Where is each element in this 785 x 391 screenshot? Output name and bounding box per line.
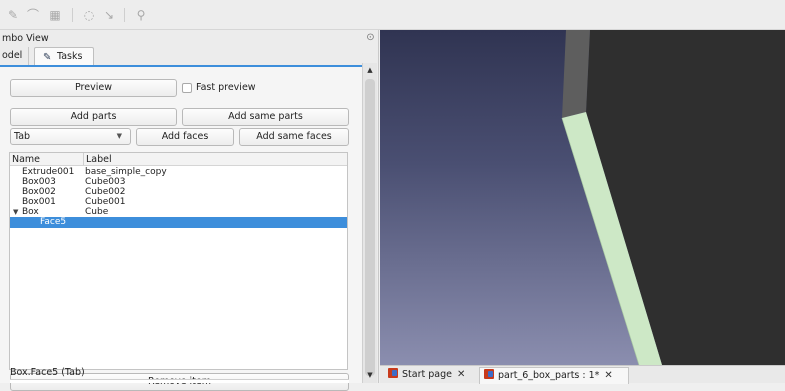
fast-preview-label: Fast preview xyxy=(196,82,256,93)
float-panel-icon[interactable]: ⊙ xyxy=(365,32,376,43)
status-field xyxy=(10,379,349,383)
joint-type-value: Tab xyxy=(14,131,31,142)
tree-row-name: Face5 xyxy=(40,217,67,227)
joint-type-select[interactable]: Tab ▼ xyxy=(10,128,131,145)
tab-model[interactable]: odel xyxy=(0,47,30,65)
add-faces-button[interactable]: Add faces xyxy=(136,128,234,146)
task-panel: Preview Fast preview Add parts Add same … xyxy=(0,65,362,391)
constraint-icon[interactable]: ⚲ xyxy=(134,8,148,22)
combo-view-panel: mbo View ⊙ odel ✎ Tasks Preview Fast prev… xyxy=(0,30,379,391)
add-same-parts-button[interactable]: Add same parts xyxy=(182,108,349,126)
curve-icon[interactable]: ↘ xyxy=(102,8,116,22)
tree-header: Name Label xyxy=(10,153,347,166)
scroll-down-icon[interactable]: ▼ xyxy=(363,370,377,380)
close-icon[interactable]: ✕ xyxy=(457,367,465,383)
tree-row-selected[interactable]: Face5 xyxy=(10,217,347,228)
top-toolbar: ✎ ⌒ ▦ ◌ ↘ ⚲ xyxy=(0,0,785,30)
column-divider xyxy=(83,153,84,165)
refresh-icon[interactable]: ◌ xyxy=(82,8,96,22)
fast-preview-checkbox[interactable] xyxy=(182,83,192,93)
tab-tasks[interactable]: ✎ Tasks xyxy=(34,47,94,65)
column-header-label[interactable]: Label xyxy=(86,154,112,165)
chevron-down-icon: ▼ xyxy=(116,132,122,140)
toolbar-separator xyxy=(72,8,73,22)
bridge-icon[interactable]: ⌒ xyxy=(26,8,40,22)
close-icon[interactable]: ✕ xyxy=(604,368,612,384)
freecad-icon xyxy=(388,368,398,378)
3d-viewport[interactable] xyxy=(380,30,785,365)
grid-icon[interactable]: ▦ xyxy=(48,8,62,22)
tasks-icon: ✎ xyxy=(43,52,52,63)
doc-tab-start-page[interactable]: Start page ✕ xyxy=(384,367,476,384)
preview-button[interactable]: Preview xyxy=(10,79,177,97)
scroll-up-icon[interactable]: ▲ xyxy=(363,65,377,75)
tab-tasks-label: Tasks xyxy=(57,51,83,62)
freecad-icon xyxy=(484,369,494,379)
solid-box-face[interactable] xyxy=(586,30,785,365)
add-same-faces-button[interactable]: Add same faces xyxy=(239,128,349,146)
task-panel-scrollbar[interactable]: ▲ ▼ xyxy=(362,63,377,383)
combo-view-title: mbo View xyxy=(2,33,49,44)
add-parts-button[interactable]: Add parts xyxy=(10,108,177,126)
toolbar-separator xyxy=(124,8,125,22)
scrollbar-thumb[interactable] xyxy=(365,79,375,376)
doc-tab-part[interactable]: part_6_box_parts : 1* ✕ xyxy=(479,367,629,384)
solid-box-edge[interactable] xyxy=(562,30,590,118)
combo-view-tabs: odel ✎ Tasks xyxy=(0,46,378,65)
pencil-icon[interactable]: ✎ xyxy=(6,8,20,22)
parts-tree: Name Label Extrude001 base_simple_copy B… xyxy=(9,152,348,370)
doc-tab-label: part_6_box_parts : 1* xyxy=(498,370,600,381)
doc-tab-label: Start page xyxy=(402,369,452,380)
selection-status: Box.Face5 (Tab) xyxy=(10,367,85,378)
document-tabs: Start page ✕ part_6_box_parts : 1* ✕ xyxy=(380,365,785,384)
column-header-name[interactable]: Name xyxy=(12,154,40,165)
3d-scene xyxy=(561,30,785,365)
